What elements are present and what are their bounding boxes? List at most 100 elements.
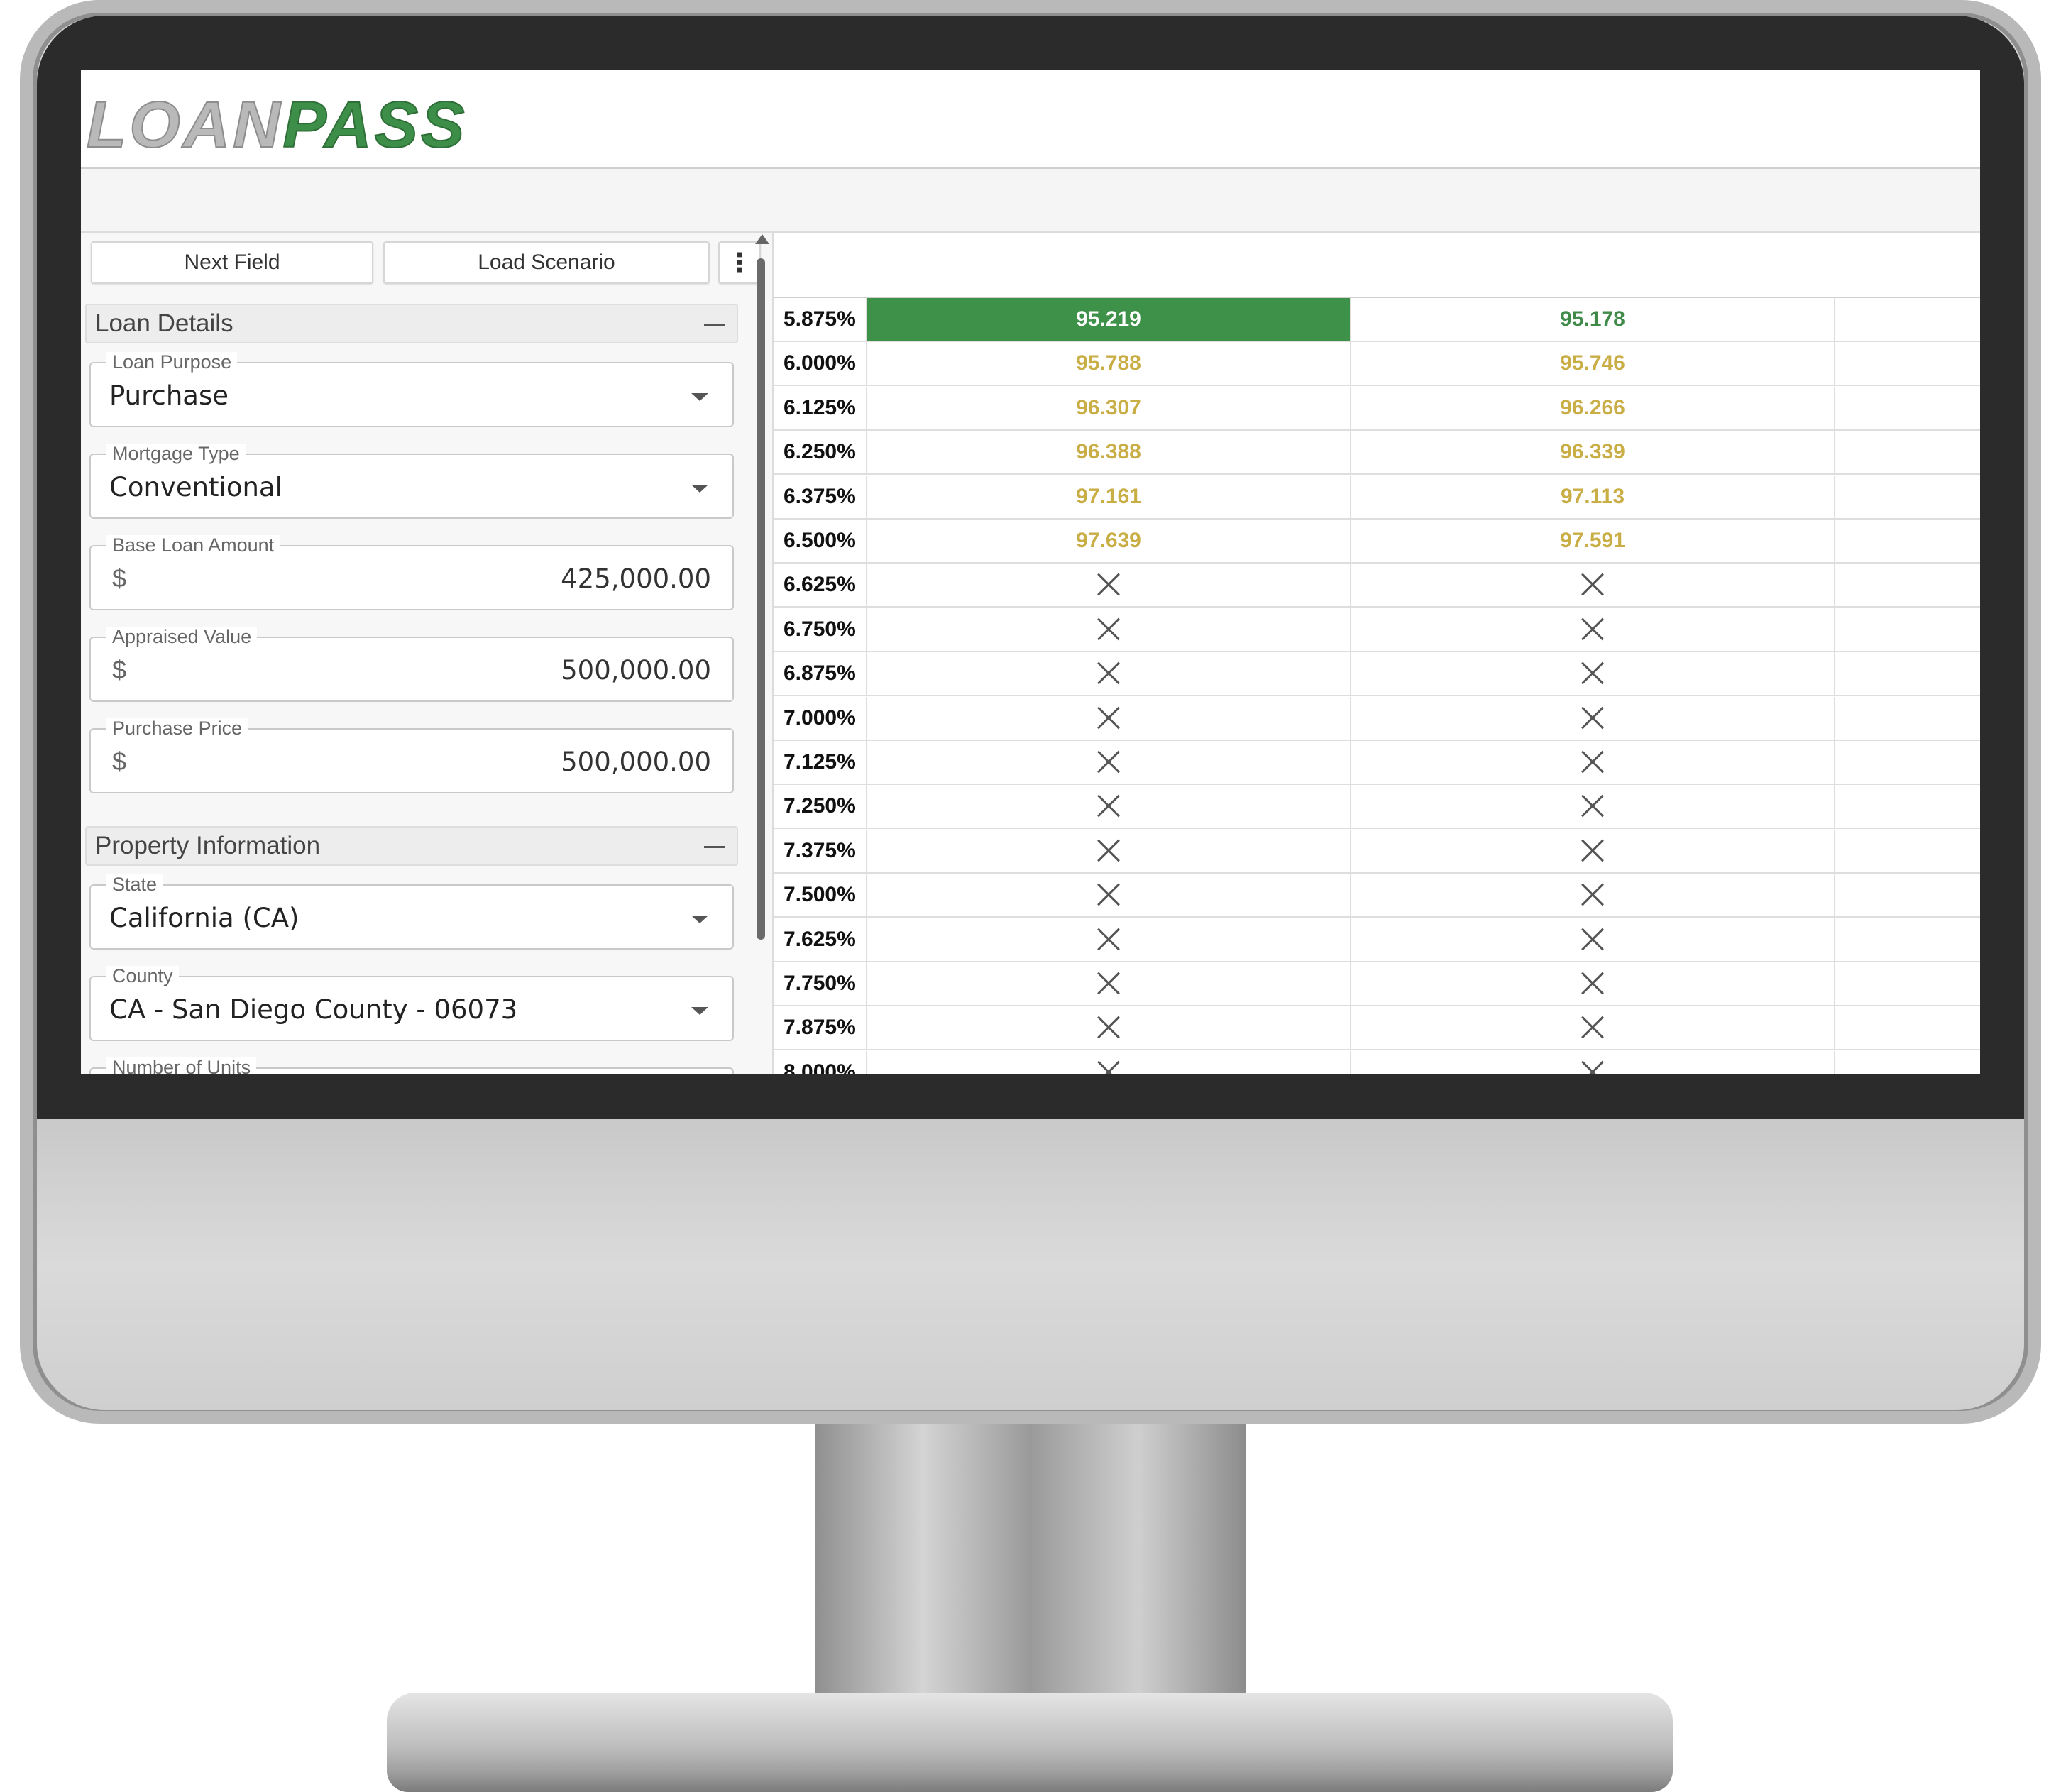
price-cell[interactable]: 97.591 <box>1351 520 1835 562</box>
pricing-row[interactable]: 7.375% <box>774 830 1980 874</box>
pricing-row[interactable]: 7.125% <box>774 741 1980 785</box>
pricing-row[interactable]: 7.750% <box>774 962 1980 1006</box>
ineligible-cell[interactable] <box>1351 564 1835 606</box>
field-label: Base Loan Amount <box>106 535 280 555</box>
price-cell[interactable]: 96.307 <box>867 387 1351 429</box>
rate-label: 7.500% <box>774 874 867 916</box>
price-cell[interactable]: 96.388 <box>867 431 1351 473</box>
scroll-thumb[interactable] <box>757 258 765 940</box>
pricing-row[interactable]: 6.500% 97.639 97.591 <box>774 520 1980 564</box>
ineligible-cell[interactable] <box>1351 652 1835 695</box>
price-cell[interactable]: 95.178 <box>1351 298 1835 341</box>
ineligible-cell[interactable] <box>1351 741 1835 784</box>
close-x-icon <box>1581 706 1605 730</box>
appraised-value-input[interactable]: Appraised Value $ 500,000.00 <box>89 627 734 702</box>
ineligible-cell[interactable] <box>867 564 1351 606</box>
load-scenario-button[interactable]: Load Scenario <box>383 241 710 284</box>
best-price-cell[interactable]: 95.219 <box>867 298 1351 341</box>
ineligible-cell[interactable] <box>1351 1006 1835 1049</box>
pricing-row[interactable]: 7.875% <box>774 1006 1980 1050</box>
close-x-icon <box>1097 750 1121 774</box>
empty-cell <box>1835 342 1980 385</box>
close-x-icon <box>1581 750 1605 774</box>
price-cell[interactable]: 97.113 <box>1351 476 1835 518</box>
ineligible-cell[interactable] <box>1351 918 1835 961</box>
ineligible-cell[interactable] <box>867 830 1351 872</box>
price-cell[interactable]: 95.746 <box>1351 342 1835 385</box>
ineligible-cell[interactable] <box>867 1051 1351 1074</box>
pricing-row[interactable]: 6.125% 96.307 96.266 <box>774 387 1980 431</box>
scroll-up-arrow-icon[interactable] <box>755 234 769 244</box>
empty-cell <box>1835 564 1980 606</box>
loanpass-logo: LOANPASS <box>86 89 468 161</box>
rate-label: 7.750% <box>774 962 867 1005</box>
county-select[interactable]: County CA - San Diego County - 06073 <box>89 966 734 1041</box>
ineligible-cell[interactable] <box>867 608 1351 651</box>
price-cell[interactable]: 95.788 <box>867 342 1351 385</box>
empty-cell <box>1835 785 1980 828</box>
ineligible-cell[interactable] <box>1351 962 1835 1005</box>
minus-icon[interactable] <box>704 846 725 848</box>
ineligible-cell[interactable] <box>867 918 1351 961</box>
pricing-row[interactable]: 6.625% <box>774 564 1980 608</box>
purchase-price-input[interactable]: Purchase Price $ 500,000.00 <box>89 718 734 793</box>
number-of-units-select[interactable]: Number of Units <box>89 1057 734 1074</box>
close-x-icon <box>1097 706 1121 730</box>
pricing-row[interactable]: 7.250% <box>774 785 1980 829</box>
ineligible-cell[interactable] <box>1351 608 1835 651</box>
section-property-information[interactable]: Property Information <box>85 826 738 866</box>
price-cell[interactable]: 96.339 <box>1351 431 1835 473</box>
pricing-grid-panel: 5.875% 95.219 95.178 6.000% 95.788 95.746 6.12… <box>774 233 1980 1074</box>
pricing-row[interactable]: 6.375% 97.161 97.113 <box>774 476 1980 520</box>
rate-label: 6.375% <box>774 476 867 518</box>
next-field-button[interactable]: Next Field <box>91 241 373 284</box>
loan-purpose-select[interactable]: Loan Purpose Purchase <box>89 352 734 427</box>
ineligible-cell[interactable] <box>1351 830 1835 872</box>
ineligible-cell[interactable] <box>1351 697 1835 740</box>
caret-down-icon <box>691 1007 708 1015</box>
pricing-row[interactable]: 6.000% 95.788 95.746 <box>774 342 1980 386</box>
price-cell[interactable]: 97.639 <box>867 520 1351 562</box>
minus-icon[interactable] <box>704 324 725 326</box>
ineligible-cell[interactable] <box>867 1006 1351 1049</box>
ineligible-cell[interactable] <box>867 962 1351 1005</box>
empty-cell <box>1835 1051 1980 1074</box>
pricing-row[interactable]: 7.000% <box>774 697 1980 741</box>
close-x-icon <box>1581 617 1605 642</box>
ineligible-cell[interactable] <box>867 697 1351 740</box>
rate-label: 7.625% <box>774 918 867 961</box>
price-cell[interactable]: 97.161 <box>867 476 1351 518</box>
price-cell[interactable]: 96.266 <box>1351 387 1835 429</box>
field-value: 425,000.00 <box>561 564 711 594</box>
pricing-row[interactable]: 5.875% 95.219 95.178 <box>774 298 1980 342</box>
empty-cell <box>1835 830 1980 872</box>
ineligible-cell[interactable] <box>1351 1051 1835 1074</box>
mortgage-type-select[interactable]: Mortgage Type Conventional <box>89 444 734 519</box>
field-value: CA - San Diego County - 06073 <box>109 994 518 1025</box>
pricing-row[interactable]: 6.250% 96.388 96.339 <box>774 431 1980 475</box>
close-x-icon <box>1581 883 1605 907</box>
ineligible-cell[interactable] <box>1351 874 1835 916</box>
pricing-row[interactable]: 7.625% <box>774 918 1980 962</box>
ineligible-cell[interactable] <box>867 874 1351 916</box>
currency-symbol: $ <box>112 655 127 684</box>
field-label: State <box>106 874 163 894</box>
close-x-icon <box>1581 1060 1605 1074</box>
pricing-row[interactable]: 7.500% <box>774 874 1980 918</box>
base-loan-amount-input[interactable]: Base Loan Amount $ 425,000.00 <box>89 535 734 610</box>
empty-cell <box>1835 652 1980 695</box>
empty-cell <box>1835 608 1980 651</box>
empty-cell <box>1835 431 1980 473</box>
ineligible-cell[interactable] <box>867 741 1351 784</box>
pricing-row[interactable]: 6.875% <box>774 652 1980 696</box>
section-loan-details[interactable]: Loan Details <box>85 304 738 343</box>
pricing-row[interactable]: 6.750% <box>774 608 1980 652</box>
empty-cell <box>1835 387 1980 429</box>
ineligible-cell[interactable] <box>867 785 1351 828</box>
ineligible-cell[interactable] <box>1351 785 1835 828</box>
ineligible-cell[interactable] <box>867 652 1351 695</box>
empty-cell <box>1835 874 1980 916</box>
form-scrollbar[interactable] <box>754 233 771 1074</box>
state-select[interactable]: State California (CA) <box>89 874 734 950</box>
pricing-row[interactable]: 8.000% <box>774 1051 1980 1074</box>
